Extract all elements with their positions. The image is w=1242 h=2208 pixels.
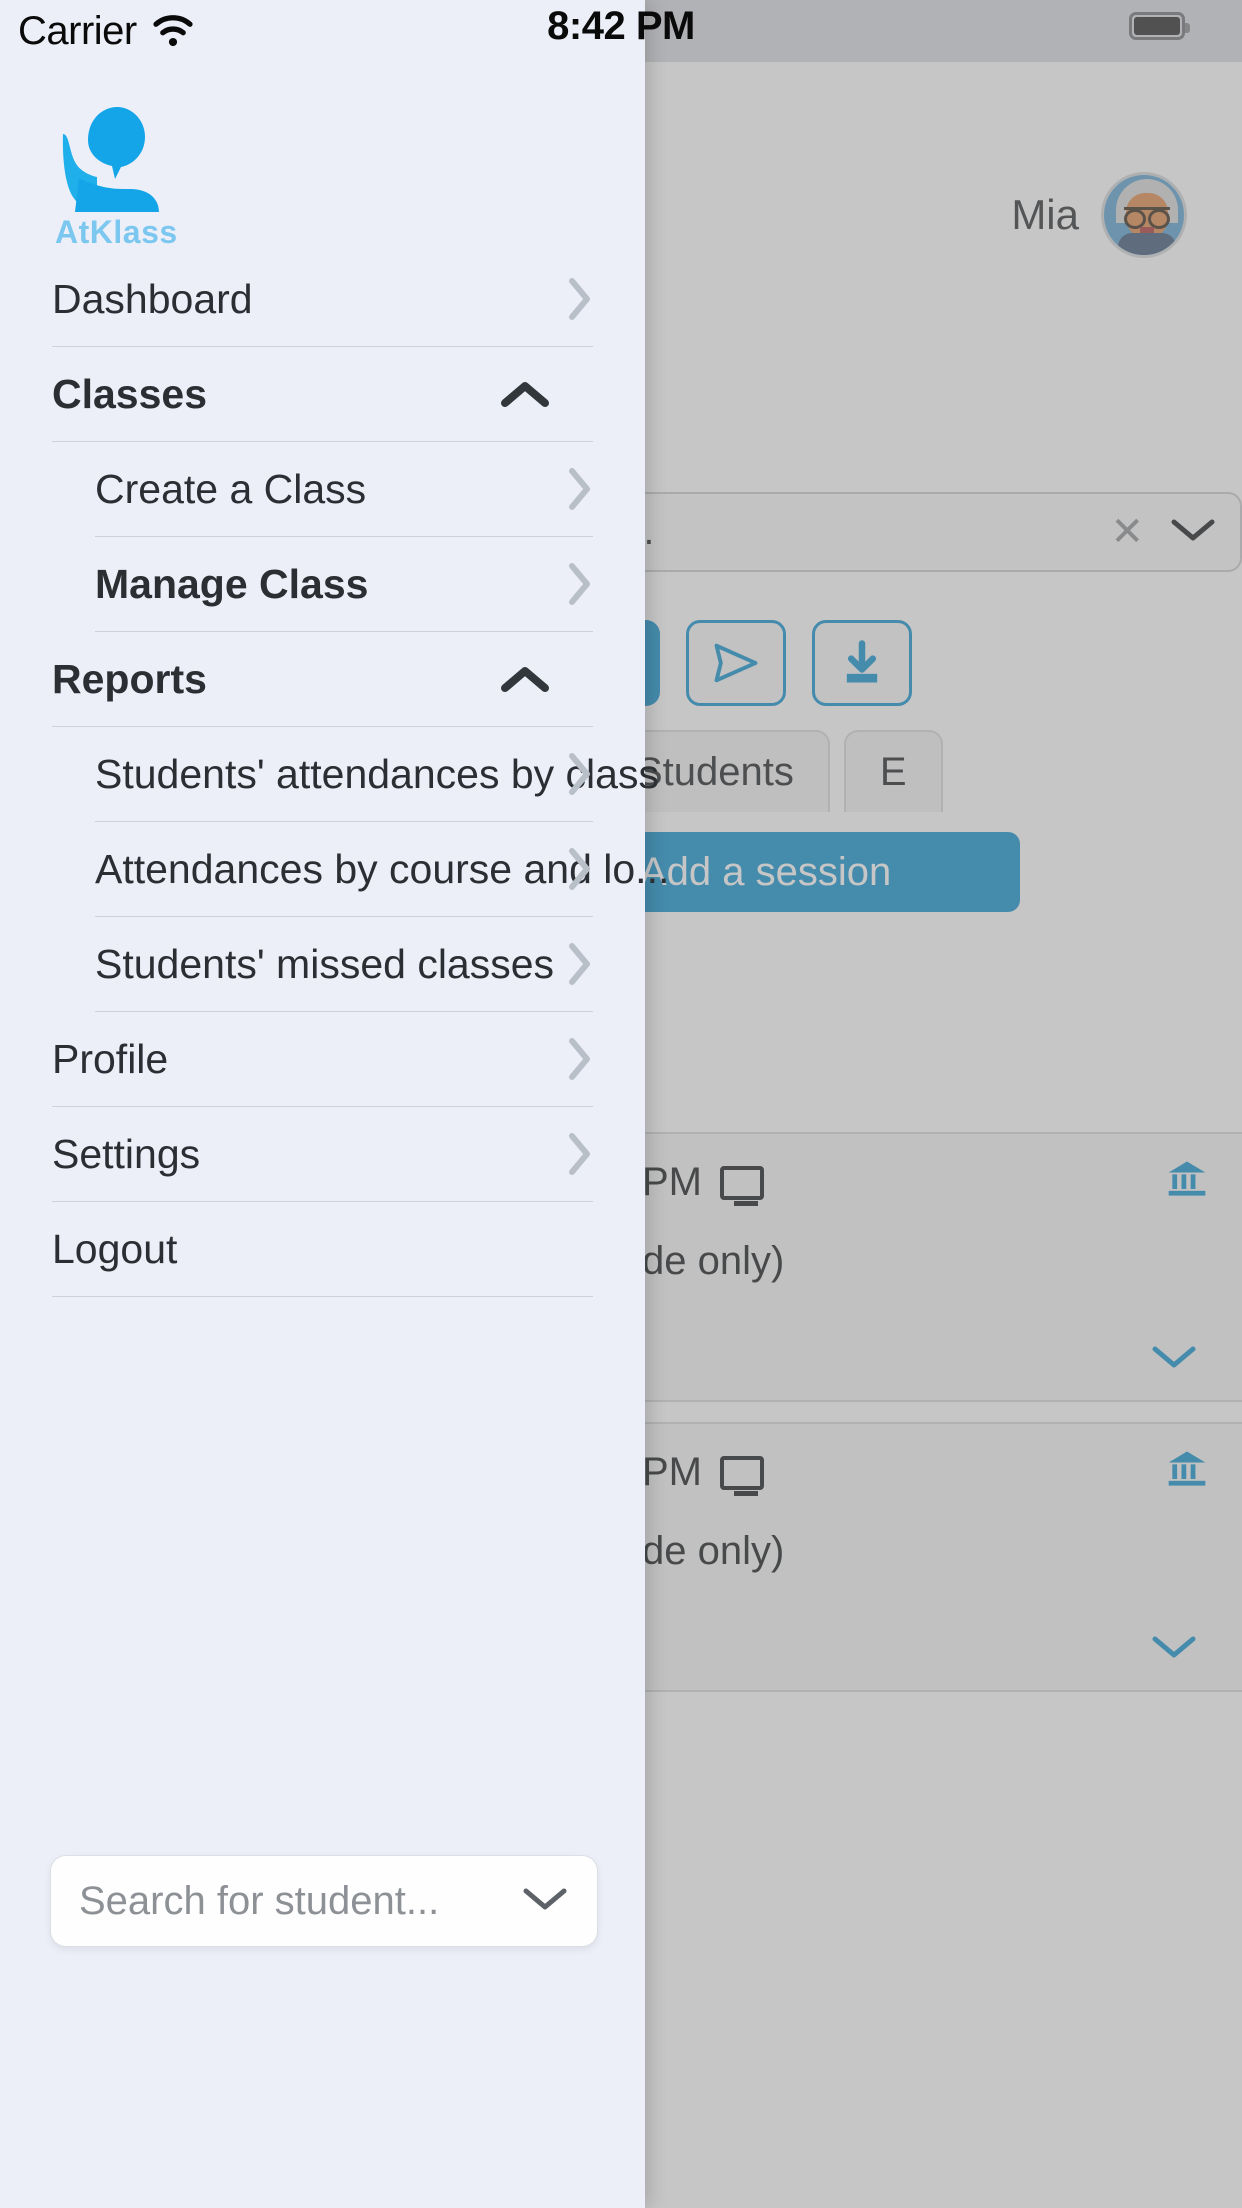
menu-item-logout[interactable]: Logout bbox=[52, 1202, 593, 1296]
institution-icon bbox=[1164, 1156, 1210, 1205]
session-mode: de only) bbox=[642, 1239, 785, 1283]
institution-icon bbox=[1164, 1446, 1210, 1495]
menu-item-create-a-class[interactable]: Create a Class bbox=[95, 442, 593, 536]
session-card[interactable]: PM de only) bbox=[560, 1422, 1242, 1692]
chevron-up-icon[interactable] bbox=[499, 378, 593, 410]
atklass-person-logo bbox=[62, 107, 159, 212]
menu-item-classes[interactable]: Classes bbox=[52, 347, 593, 441]
menu-label: Settings bbox=[52, 1130, 201, 1177]
search-input[interactable]: Search for student... bbox=[50, 1855, 598, 1947]
chevron-down-icon[interactable] bbox=[521, 1885, 569, 1918]
session-time: PM bbox=[642, 1160, 764, 1206]
send-button[interactable] bbox=[686, 620, 786, 706]
navigation-drawer: Carrier 8:42 PM AtKlass Dashboard Classe… bbox=[0, 0, 695, 2208]
menu-item-profile[interactable]: Profile bbox=[52, 1012, 593, 1106]
menu-item-attendances-by-course-and-location[interactable]: Attendances by course and lo... bbox=[95, 822, 669, 916]
chevron-right-icon bbox=[567, 941, 593, 987]
menu-label: Create a Class bbox=[95, 465, 367, 512]
clock: 8:42 PM bbox=[547, 4, 695, 48]
menu-label: Classes bbox=[52, 370, 208, 417]
menu-item-settings[interactable]: Settings bbox=[52, 1107, 593, 1201]
divider bbox=[52, 1296, 593, 1297]
user-chip[interactable]: Mia bbox=[1011, 172, 1187, 258]
menu-label: Reports bbox=[52, 655, 207, 702]
menu-label: Dashboard bbox=[52, 275, 253, 322]
drawer-menu: Dashboard Classes Create a Class Manage … bbox=[0, 252, 669, 1297]
avatar[interactable] bbox=[1101, 172, 1187, 258]
menu-label: Profile bbox=[52, 1035, 169, 1082]
chevron-right-icon bbox=[567, 751, 593, 797]
chevron-down-icon[interactable] bbox=[1150, 1343, 1198, 1376]
chevron-up-icon[interactable] bbox=[499, 663, 593, 695]
tab-events[interactable]: E bbox=[843, 730, 943, 812]
chevron-down-icon[interactable] bbox=[1150, 1633, 1198, 1666]
chevron-right-icon bbox=[567, 1036, 593, 1082]
monitor-icon bbox=[720, 1455, 764, 1496]
user-name: Mia bbox=[1011, 191, 1079, 238]
brand-wordmark: AtKlass bbox=[55, 214, 178, 250]
menu-label: Students' missed classes bbox=[95, 940, 555, 987]
monitor-icon bbox=[720, 1165, 764, 1206]
status-bar: Carrier 8:42 PM bbox=[0, 0, 695, 62]
app-screen: Mia …ore… | … ✕ bbox=[0, 0, 1242, 2208]
menu-label: Manage Class bbox=[95, 560, 369, 607]
close-icon[interactable]: ✕ bbox=[1110, 509, 1144, 555]
student-search-wrapper: Search for student... bbox=[50, 1855, 598, 1947]
menu-item-manage-class[interactable]: Manage Class bbox=[95, 537, 593, 631]
session-time: PM bbox=[642, 1450, 764, 1496]
menu-item-students-attendances-by-class[interactable]: Students' attendances by class bbox=[95, 727, 659, 821]
chevron-right-icon bbox=[567, 846, 593, 892]
session-mode: de only) bbox=[642, 1529, 785, 1573]
chevron-right-icon bbox=[567, 276, 593, 322]
chevron-down-icon[interactable] bbox=[1170, 511, 1216, 554]
search-placeholder: Search for student... bbox=[79, 1878, 440, 1923]
send-paper-plane-icon bbox=[714, 643, 758, 683]
menu-item-reports[interactable]: Reports bbox=[52, 632, 593, 726]
menu-label: Logout bbox=[52, 1225, 178, 1272]
menu-item-students-missed-classes[interactable]: Students' missed classes bbox=[95, 917, 593, 1011]
chevron-right-icon bbox=[567, 561, 593, 607]
session-card[interactable]: PM de only) bbox=[560, 1132, 1242, 1402]
chevron-right-icon bbox=[567, 466, 593, 512]
menu-item-dashboard[interactable]: Dashboard bbox=[52, 252, 593, 346]
download-icon bbox=[846, 640, 878, 683]
chevron-right-icon bbox=[567, 1131, 593, 1177]
brand-logo: AtKlass bbox=[0, 62, 645, 252]
download-button[interactable] bbox=[812, 620, 912, 706]
